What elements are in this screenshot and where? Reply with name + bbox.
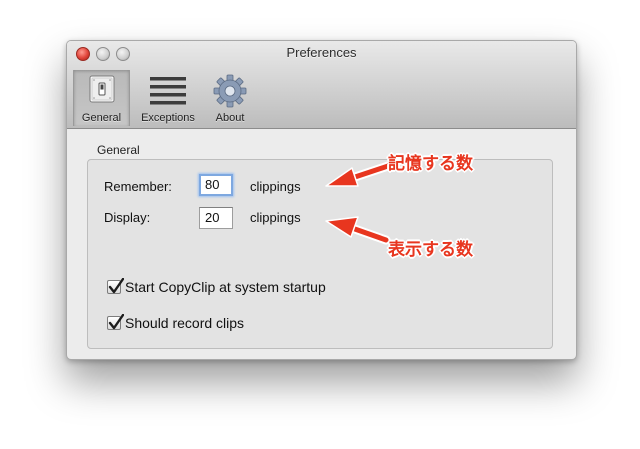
remember-arrow: [325, 161, 393, 187]
annotation-arrows: [325, 161, 393, 245]
remember-annotation: 記憶する数: [388, 154, 473, 174]
display-annotation: 表示する数: [388, 240, 473, 260]
display-arrow: [325, 216, 391, 245]
